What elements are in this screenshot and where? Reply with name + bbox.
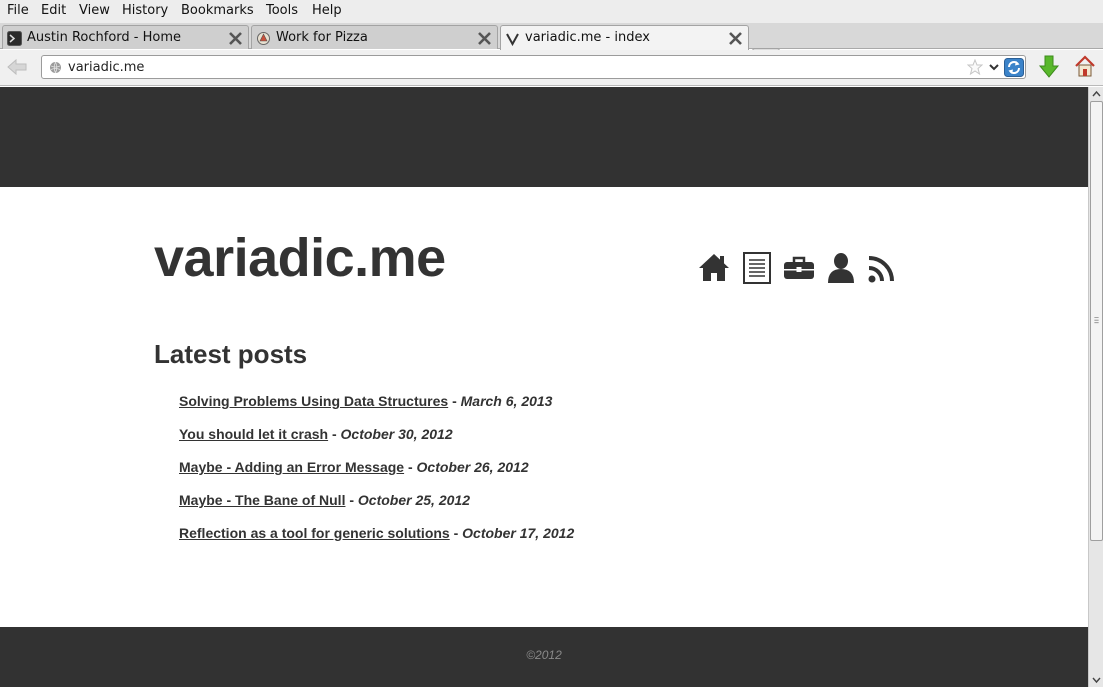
post-item: Reflection as a tool for generic solutio… [179,525,574,558]
post-link[interactable]: You should let it crash [179,426,328,442]
menu-bookmarks[interactable]: Bookmarks [181,3,254,18]
tab-title: Austin Rochford - Home [27,30,182,45]
separator: - [453,525,463,541]
scrollbar-thumb[interactable] [1090,101,1103,541]
download-arrow-icon[interactable] [1038,54,1060,80]
site-title[interactable]: variadic.me [154,227,446,289]
vertical-scrollbar[interactable] [1088,87,1103,687]
separator: - [452,393,461,409]
menu-file[interactable]: File [7,3,29,18]
tab-title: Work for Pizza [276,30,368,45]
pizza-icon [257,32,270,45]
menu-history[interactable]: History [122,3,168,18]
menu-bar: File Edit View History Bookmarks Tools H… [0,0,1103,23]
url-text[interactable]: variadic.me [68,60,144,75]
person-icon[interactable] [825,251,857,285]
site-header-band [0,87,1088,187]
scroll-up-arrow-icon[interactable] [1090,87,1103,101]
tab-variadic-me[interactable]: variadic.me - index [500,25,749,50]
site-footer: ©2012 [0,627,1088,687]
separator: - [331,426,341,442]
post-item: Solving Problems Using Data Structures -… [179,393,574,426]
url-bar[interactable]: variadic.me [41,55,1026,79]
home-icon[interactable] [1074,54,1096,78]
post-date: March 6, 2013 [460,393,553,409]
briefcase-icon[interactable] [783,251,815,285]
post-link[interactable]: Solving Problems Using Data Structures [179,393,448,409]
rss-icon[interactable] [867,251,899,285]
separator: - [407,459,417,475]
close-icon[interactable] [227,30,244,47]
menu-help[interactable]: Help [312,3,342,18]
post-date: October 17, 2012 [462,525,575,541]
close-icon[interactable] [476,30,493,47]
document-icon[interactable] [741,251,773,285]
post-date: October 26, 2012 [416,459,529,475]
bookmark-star-icon[interactable] [967,59,983,75]
home-icon[interactable] [698,251,730,285]
menu-view[interactable]: View [79,3,110,18]
tab-austin-rochford[interactable]: Austin Rochford - Home [2,25,249,49]
navigation-bar: variadic.me [0,50,1103,86]
page-viewport: variadic.me Latest posts Solving Problem… [0,87,1088,687]
post-item: Maybe - The Bane of Null - October 25, 2… [179,492,574,525]
separator: - [349,492,358,508]
post-link[interactable]: Maybe - Adding an Error Message [179,459,404,475]
back-arrow-icon[interactable] [5,57,29,77]
copyright-text: ©2012 [526,648,562,662]
scroll-down-arrow-icon[interactable] [1090,673,1103,687]
post-link[interactable]: Maybe - The Bane of Null [179,492,345,508]
post-item: Maybe - Adding an Error Message - Octobe… [179,459,574,492]
grip-icon [1094,317,1099,324]
tab-bar: Austin Rochford - Home Work for Pizza va… [0,23,1103,70]
menu-tools[interactable]: Tools [266,3,298,18]
post-link[interactable]: Reflection as a tool for generic solutio… [179,525,450,541]
terminal-icon [7,31,22,46]
tab-work-for-pizza[interactable]: Work for Pizza [251,25,498,49]
latest-posts-heading: Latest posts [154,339,308,369]
close-icon[interactable] [727,30,744,47]
reload-icon[interactable] [1004,58,1024,77]
post-list: Solving Problems Using Data Structures -… [179,393,574,558]
globe-icon [50,61,61,74]
post-item: You should let it crash - October 30, 20… [179,426,574,459]
v-favicon-icon [506,33,519,46]
menu-edit[interactable]: Edit [41,3,66,18]
post-date: October 30, 2012 [340,426,453,442]
post-date: October 25, 2012 [357,492,470,508]
chevron-down-icon[interactable] [988,61,1000,73]
tab-title: variadic.me - index [525,30,650,45]
